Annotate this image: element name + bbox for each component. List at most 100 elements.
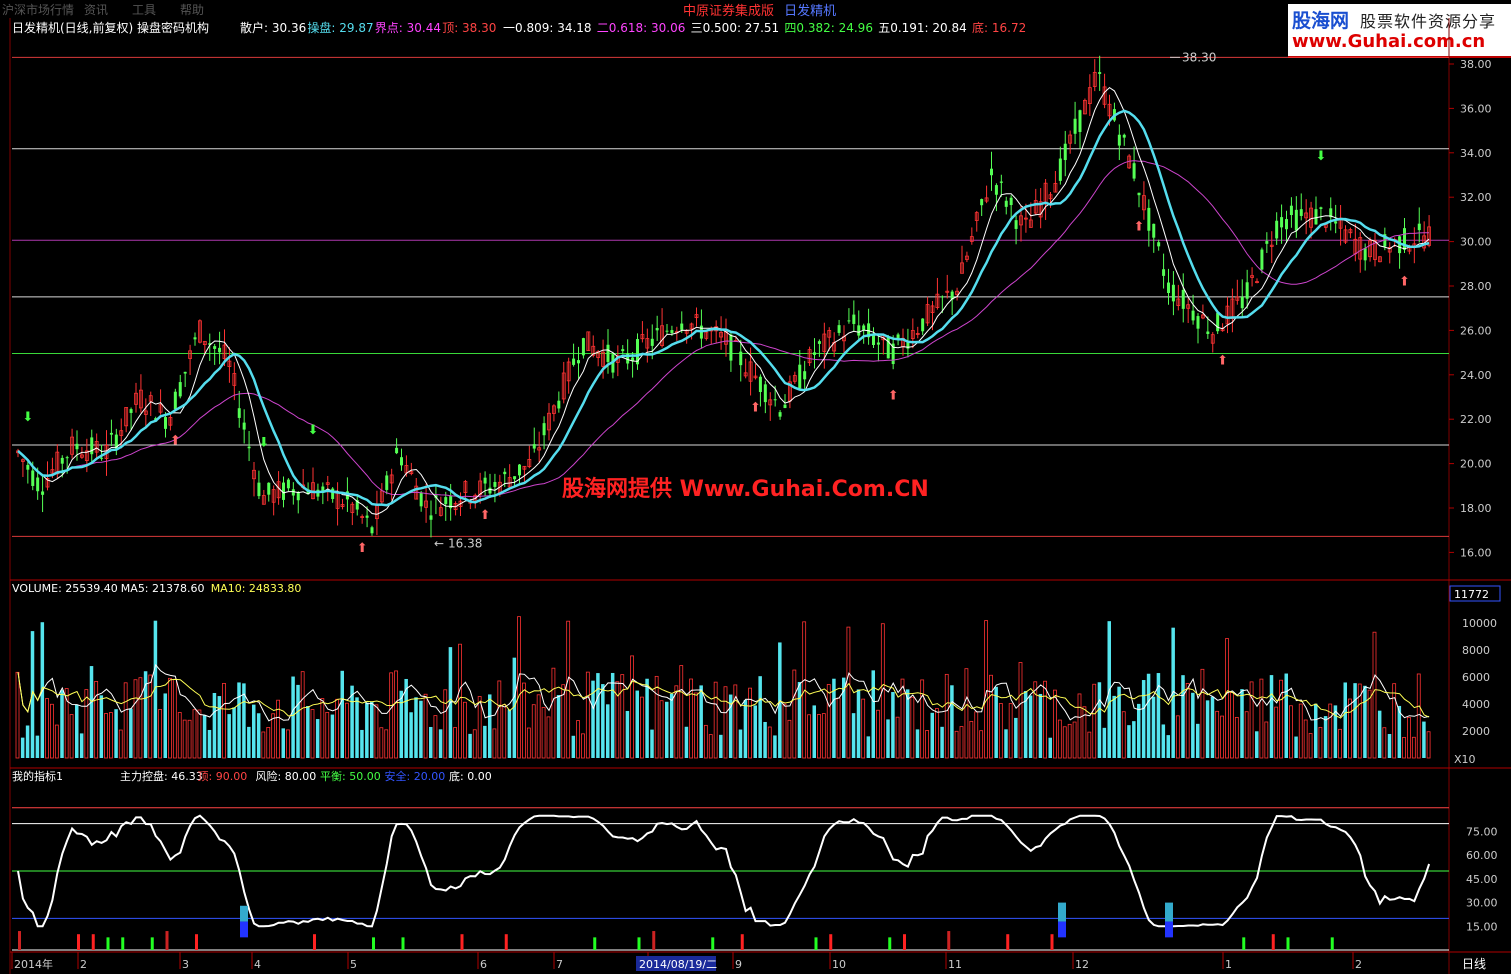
volume-bar xyxy=(1210,696,1215,758)
volume-bar xyxy=(1146,673,1151,758)
volume-bar xyxy=(522,682,526,759)
volume-bar xyxy=(517,616,521,759)
candle-body xyxy=(980,199,984,206)
buy-signal-icon: ⬇ xyxy=(258,436,269,451)
volume-header-0: VOLUME: 25539.40 xyxy=(12,582,118,595)
volume-bar xyxy=(281,728,285,758)
volume-bar xyxy=(182,719,187,759)
volume-bar xyxy=(950,685,954,758)
candle-body xyxy=(193,337,197,340)
volume-bar xyxy=(753,705,757,758)
volume-bar xyxy=(576,720,580,759)
volume-bar xyxy=(1240,689,1244,758)
volume-bar xyxy=(1181,675,1185,758)
date-label-6: 7 xyxy=(556,958,563,971)
candle-body xyxy=(488,487,492,494)
volume-bar xyxy=(35,735,40,758)
menu-tools[interactable]: 工具 xyxy=(132,1,156,18)
volume-bar xyxy=(615,681,620,759)
volume-bar xyxy=(1318,726,1323,759)
volume-bar xyxy=(409,712,413,758)
volume-bar xyxy=(291,676,295,758)
indicator-tick-1: 60.00 xyxy=(1466,849,1498,862)
volume-bar xyxy=(787,719,792,759)
volume-bar xyxy=(1087,731,1092,759)
volume-bar xyxy=(1137,703,1141,758)
volume-bar xyxy=(433,715,438,759)
volume-bar xyxy=(129,708,133,758)
candle-body xyxy=(60,457,64,464)
volume-bar xyxy=(492,728,497,759)
volume-bar xyxy=(1363,685,1367,758)
candle-body xyxy=(542,423,546,436)
volume-bar xyxy=(856,689,861,758)
candle-body xyxy=(1147,207,1151,231)
volume-bar xyxy=(1166,735,1170,758)
volume-bar xyxy=(665,701,669,758)
volume-bar xyxy=(370,702,374,758)
indicator-3: 顶: 38.30 xyxy=(442,21,496,35)
volume-bar xyxy=(1230,692,1234,759)
candle-body xyxy=(26,464,30,470)
indicator-2: 界点: 30.44 xyxy=(375,21,441,35)
candle-body xyxy=(862,325,866,330)
volume-bar xyxy=(158,709,162,759)
volume-bar xyxy=(1269,675,1274,758)
date-label-3: 4 xyxy=(254,958,261,971)
candle-body xyxy=(1098,72,1102,74)
volume-bar xyxy=(930,712,934,758)
candle-body xyxy=(906,342,910,349)
volume-bar xyxy=(252,704,256,758)
candle-body xyxy=(1078,110,1082,132)
volume-bar xyxy=(1062,726,1067,759)
candle-body xyxy=(1280,217,1284,228)
candle-body xyxy=(178,382,182,397)
candle-body xyxy=(1004,200,1008,207)
volume-bar xyxy=(969,720,974,759)
volume-bar xyxy=(1097,682,1102,758)
date-label-1: 2 xyxy=(80,958,87,971)
stock-chart-canvas[interactable]: 日发精机(日线,前复权) 操盘密码机构 散户: 30.36 操盘: 29.87 界点:… xyxy=(0,18,1511,974)
volume-bar xyxy=(109,712,113,759)
volume-bar xyxy=(959,726,964,759)
volume-bar xyxy=(300,671,305,759)
candle-body xyxy=(581,338,585,356)
signal-bar xyxy=(1286,937,1290,950)
volume-bar xyxy=(360,729,364,758)
volume-bar xyxy=(1185,683,1190,759)
volume-bar xyxy=(1038,693,1043,758)
volume-bar xyxy=(365,702,369,758)
app-title: 中原证券集成版 日发精机 xyxy=(683,0,836,19)
volume-bar xyxy=(556,695,561,758)
candle-body xyxy=(1216,312,1220,332)
volume-bar xyxy=(1048,737,1052,758)
signal-bar xyxy=(711,937,715,950)
volume-bar xyxy=(610,672,615,758)
low-price-label: 16.38 xyxy=(448,537,482,551)
line-retail xyxy=(17,86,1430,515)
volume-bar xyxy=(177,712,182,759)
volume-bar xyxy=(1102,727,1107,758)
volume-bar xyxy=(247,726,251,758)
volume-bar xyxy=(876,709,880,759)
candle-body xyxy=(557,400,561,409)
menu-help[interactable]: 帮助 xyxy=(180,1,204,18)
candle-body xyxy=(1260,249,1264,270)
volume-bar xyxy=(910,696,915,759)
candle-body xyxy=(1319,207,1323,209)
volume-bar xyxy=(723,686,728,759)
sell-signal-icon: ⬆ xyxy=(888,389,899,404)
cursor-date: 2014/08/19/二 xyxy=(639,958,717,971)
volume-bar xyxy=(654,675,659,759)
volume-bar xyxy=(217,696,222,758)
candle-body xyxy=(1265,241,1269,244)
period-label: 日线 xyxy=(1462,957,1486,971)
volume-tick-3: 4000 xyxy=(1462,698,1490,711)
menu-market[interactable]: 沪深市场行情 xyxy=(2,1,74,18)
candle-body xyxy=(817,341,821,344)
volume-bar xyxy=(792,669,797,759)
volume-bar xyxy=(15,671,20,759)
volume-bar xyxy=(826,684,831,759)
menu-news[interactable]: 资讯 xyxy=(84,1,108,18)
candle-body xyxy=(876,342,880,345)
